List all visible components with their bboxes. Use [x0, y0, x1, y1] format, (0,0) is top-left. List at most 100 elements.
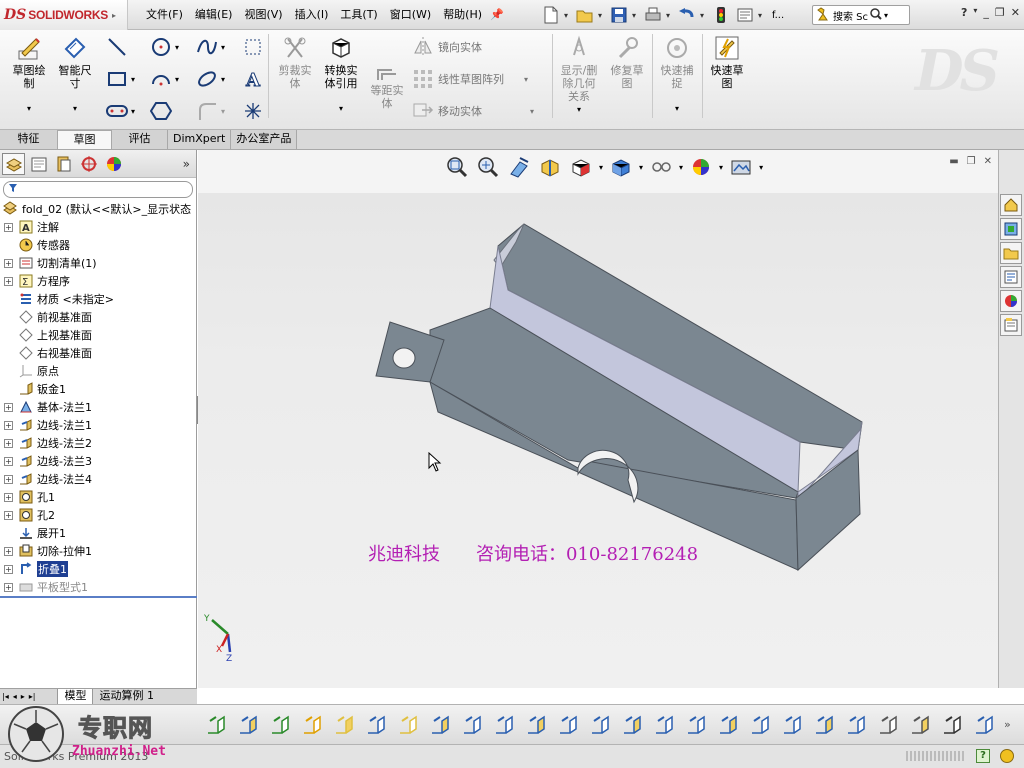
arc-dropdown-icon[interactable]: ▾ [172, 66, 182, 92]
property-manager-tab-icon[interactable] [27, 153, 50, 175]
logo-flyout-icon[interactable]: ▸ [112, 11, 116, 20]
print-dropdown-icon[interactable]: ▾ [666, 11, 674, 20]
tree-expand-icon[interactable]: + [4, 582, 13, 592]
offset-entities-button[interactable]: 等距实 体 [364, 66, 410, 110]
construction-geometry-icon[interactable] [240, 34, 266, 60]
circle-icon[interactable] [148, 34, 174, 60]
break-corner-tool-icon[interactable] [488, 710, 519, 740]
ellipse-icon[interactable] [194, 66, 220, 92]
tab-sketch[interactable]: 草图 [58, 130, 112, 149]
tab-office-products[interactable]: 办公室产品 [231, 130, 298, 149]
tree-expand-icon[interactable]: + [4, 402, 13, 412]
tree-expand-icon[interactable]: + [4, 564, 13, 574]
tree-item[interactable]: 前视基准面 [0, 308, 197, 326]
open-folder-icon[interactable] [574, 4, 596, 26]
sketched-bend-tool-icon[interactable] [360, 710, 391, 740]
linear-pattern-tool[interactable]: 线性草图阵列 ▾ [412, 68, 528, 90]
tab-model[interactable]: 模型 [57, 689, 93, 704]
tab-slot-tool-icon[interactable] [936, 710, 967, 740]
tree-item[interactable]: + A 注解 [0, 218, 197, 236]
closed-corner-tool-icon[interactable] [424, 710, 455, 740]
feature-manager-tab-icon[interactable] [2, 152, 25, 175]
tree-expand-icon[interactable]: + [4, 222, 13, 232]
tab-scroll-next-icon[interactable]: ▸ [19, 692, 27, 701]
tree-expand-icon[interactable]: + [4, 438, 13, 448]
corner-trim-tool-icon[interactable] [520, 710, 551, 740]
tree-item[interactable]: + 折叠1 [0, 560, 197, 578]
menu-help[interactable]: 帮助(H) [437, 0, 488, 30]
undo-icon[interactable] [676, 4, 698, 26]
miter-flange-tool-icon[interactable] [264, 710, 295, 740]
tree-item[interactable]: 上视基准面 [0, 326, 197, 344]
unfold-tool-icon[interactable] [584, 710, 615, 740]
save-dropdown-icon[interactable]: ▾ [632, 11, 640, 20]
tree-item[interactable]: + 边线-法兰3 [0, 452, 197, 470]
menu-insert[interactable]: 插入(I) [289, 0, 335, 30]
help-dropdown-icon[interactable]: ▾ [973, 6, 977, 19]
properties-dropdown-icon[interactable]: ▾ [758, 11, 766, 20]
dimxpert-manager-tab-icon[interactable] [77, 153, 100, 175]
tree-item[interactable]: + 切除-拉伸1 [0, 542, 197, 560]
menu-window[interactable]: 窗口(W) [384, 0, 437, 30]
display-manager-tab-icon[interactable] [102, 153, 125, 175]
help-button[interactable]: ? [961, 6, 967, 19]
tree-filter-field[interactable] [3, 181, 193, 198]
extruded-cut-tool-icon[interactable] [872, 710, 903, 740]
no-bends-tool-icon[interactable] [680, 710, 711, 740]
tree-item[interactable]: 右视基准面 [0, 344, 197, 362]
trim-entities-button[interactable]: 剪裁实 体 [272, 34, 318, 90]
arc-icon[interactable] [148, 66, 174, 92]
file-explorer-icon[interactable] [1000, 242, 1022, 264]
design-library-icon[interactable] [1000, 218, 1022, 240]
spline-dropdown-icon[interactable]: ▾ [218, 34, 228, 60]
repair-sketch-button[interactable]: 修复草 图 [604, 34, 650, 90]
tree-expand-icon[interactable]: + [4, 258, 13, 268]
polygon-icon[interactable] [148, 98, 174, 124]
tab-scroll-prev-icon[interactable]: ◂ [11, 692, 19, 701]
configuration-manager-tab-icon[interactable] [52, 153, 75, 175]
tree-root-part[interactable]: fold_02 (默认<<默认>_显示状态 [0, 200, 197, 218]
welded-corner-tool-icon[interactable] [456, 710, 487, 740]
rapid-sketch-button[interactable]: 快速草 图 [704, 34, 750, 90]
tree-expand-icon[interactable]: + [4, 492, 13, 502]
convert-to-sheet-metal-tool-icon[interactable] [776, 710, 807, 740]
tree-item[interactable]: + 切割清单(1) [0, 254, 197, 272]
display-delete-relations-button[interactable]: 显示/删 除几何 关系 ▾ [556, 34, 602, 116]
tree-item[interactable]: + 孔1 [0, 488, 197, 506]
hem-tool-icon[interactable] [296, 710, 327, 740]
sheet-metal-part-model[interactable] [198, 150, 998, 688]
status-scrollbar[interactable] [906, 751, 966, 761]
restore-icon[interactable]: ❐ [995, 6, 1005, 19]
print-icon[interactable] [642, 4, 664, 26]
slot-dropdown-icon[interactable]: ▾ [128, 98, 138, 124]
tab-evaluate[interactable]: 评估 [112, 130, 168, 149]
tree-item[interactable]: + 边线-法兰1 [0, 416, 197, 434]
relations-dropdown-icon[interactable]: ▾ [556, 103, 602, 116]
edge-flange-tool-icon[interactable] [232, 710, 263, 740]
tree-expand-icon[interactable]: + [4, 276, 13, 286]
vent-tool-icon[interactable] [552, 710, 583, 740]
search-box[interactable]: 搜索 Sc ▾ [812, 5, 910, 25]
cross-break-tool-icon[interactable] [392, 710, 423, 740]
mirror-tool-icon[interactable] [968, 710, 999, 740]
tree-item[interactable]: + 边线-法兰4 [0, 470, 197, 488]
point-icon[interactable] [240, 98, 266, 124]
lofted-bend-tool-icon[interactable] [808, 710, 839, 740]
toolbar-more-icon[interactable]: » [1004, 718, 1011, 731]
solidworks-resources-icon[interactable] [1000, 194, 1022, 216]
open-dropdown-icon[interactable]: ▾ [598, 11, 606, 20]
linear-pattern-dropdown-icon[interactable]: ▾ [524, 75, 528, 84]
sketch-button[interactable]: 草图绘 制 ▾ [6, 34, 52, 115]
tab-motion-study[interactable]: 运动算例 1 [92, 689, 160, 704]
ellipse-dropdown-icon[interactable]: ▾ [218, 66, 228, 92]
save-icon[interactable] [608, 4, 630, 26]
tab-scroll-last-icon[interactable]: ▸| [27, 692, 38, 701]
convert-entities-button[interactable]: 转换实 体引用 ▾ [318, 34, 364, 115]
jog-tool-icon[interactable] [328, 710, 359, 740]
tree-item[interactable]: 展开1 [0, 524, 197, 542]
tree-expand-icon[interactable]: + [4, 474, 13, 484]
custom-properties-icon[interactable] [1000, 314, 1022, 336]
insert-bends-tool-icon[interactable] [744, 710, 775, 740]
minimize-icon[interactable]: _ [983, 6, 989, 19]
forming-tool-icon[interactable] [840, 710, 871, 740]
